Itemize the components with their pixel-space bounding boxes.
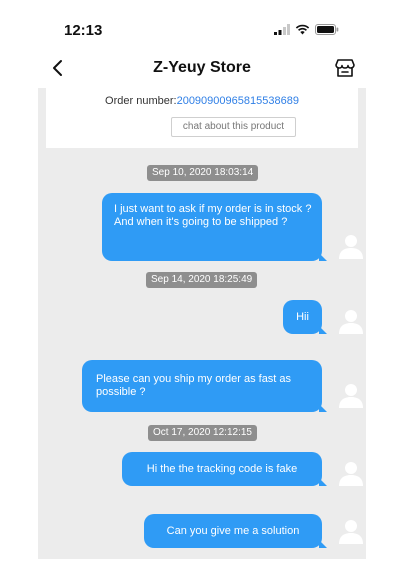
- status-time: 12:13: [64, 22, 103, 39]
- status-icons: [274, 24, 339, 35]
- message-text: Hii: [296, 311, 309, 323]
- message-text: Can you give me a solution: [166, 525, 300, 537]
- message-bubble[interactable]: Hii: [283, 300, 327, 334]
- store-icon: [335, 59, 355, 77]
- message-bubble[interactable]: Can you give me a solution: [144, 514, 327, 548]
- avatar-icon: [339, 462, 363, 486]
- order-number-link[interactable]: 20090900965815538689: [177, 95, 299, 107]
- bubble-tail: [319, 326, 327, 334]
- timestamp: Sep 10, 2020 18:03:14: [147, 165, 259, 181]
- timestamp: Oct 17, 2020 12:12:15: [148, 425, 257, 441]
- chat-about-product-button[interactable]: chat about this product: [171, 117, 296, 137]
- bubble-tail: [319, 540, 327, 548]
- message-text: I just want to ask if my order is in sto…: [114, 203, 312, 228]
- bubble-tail: [319, 404, 327, 412]
- avatar-icon: [339, 520, 363, 544]
- order-number-label: Order number:: [105, 95, 177, 107]
- bubble-tail: [319, 253, 327, 261]
- message-bubble[interactable]: Hi the the tracking code is fake: [122, 452, 327, 486]
- chat-area[interactable]: Order number:20090900965815538689 chat a…: [38, 88, 366, 559]
- avatar-icon: [339, 384, 363, 408]
- order-card: Order number:20090900965815538689 chat a…: [46, 88, 358, 148]
- message-text: Hi the the tracking code is fake: [146, 463, 298, 475]
- avatar-icon: [339, 310, 363, 334]
- navigation-bar: Z-Yeuy Store: [38, 50, 366, 86]
- message-bubble[interactable]: I just want to ask if my order is in sto…: [102, 193, 327, 261]
- status-bar: 12:13: [0, 0, 403, 44]
- signal-icon: [274, 24, 290, 35]
- message-bubble[interactable]: Please can you ship my order as fast as …: [82, 360, 327, 412]
- page-title: Z-Yeuy Store: [153, 59, 251, 76]
- battery-icon: [315, 24, 339, 35]
- message-text: Please can you ship my order as fast as …: [96, 373, 292, 398]
- store-button[interactable]: [334, 57, 356, 79]
- timestamp: Sep 14, 2020 18:25:49: [146, 272, 258, 288]
- order-number-line: Order number:20090900965815538689: [46, 95, 358, 107]
- wifi-icon: [295, 24, 310, 35]
- bubble-tail: [319, 478, 327, 486]
- avatar-icon: [339, 235, 363, 259]
